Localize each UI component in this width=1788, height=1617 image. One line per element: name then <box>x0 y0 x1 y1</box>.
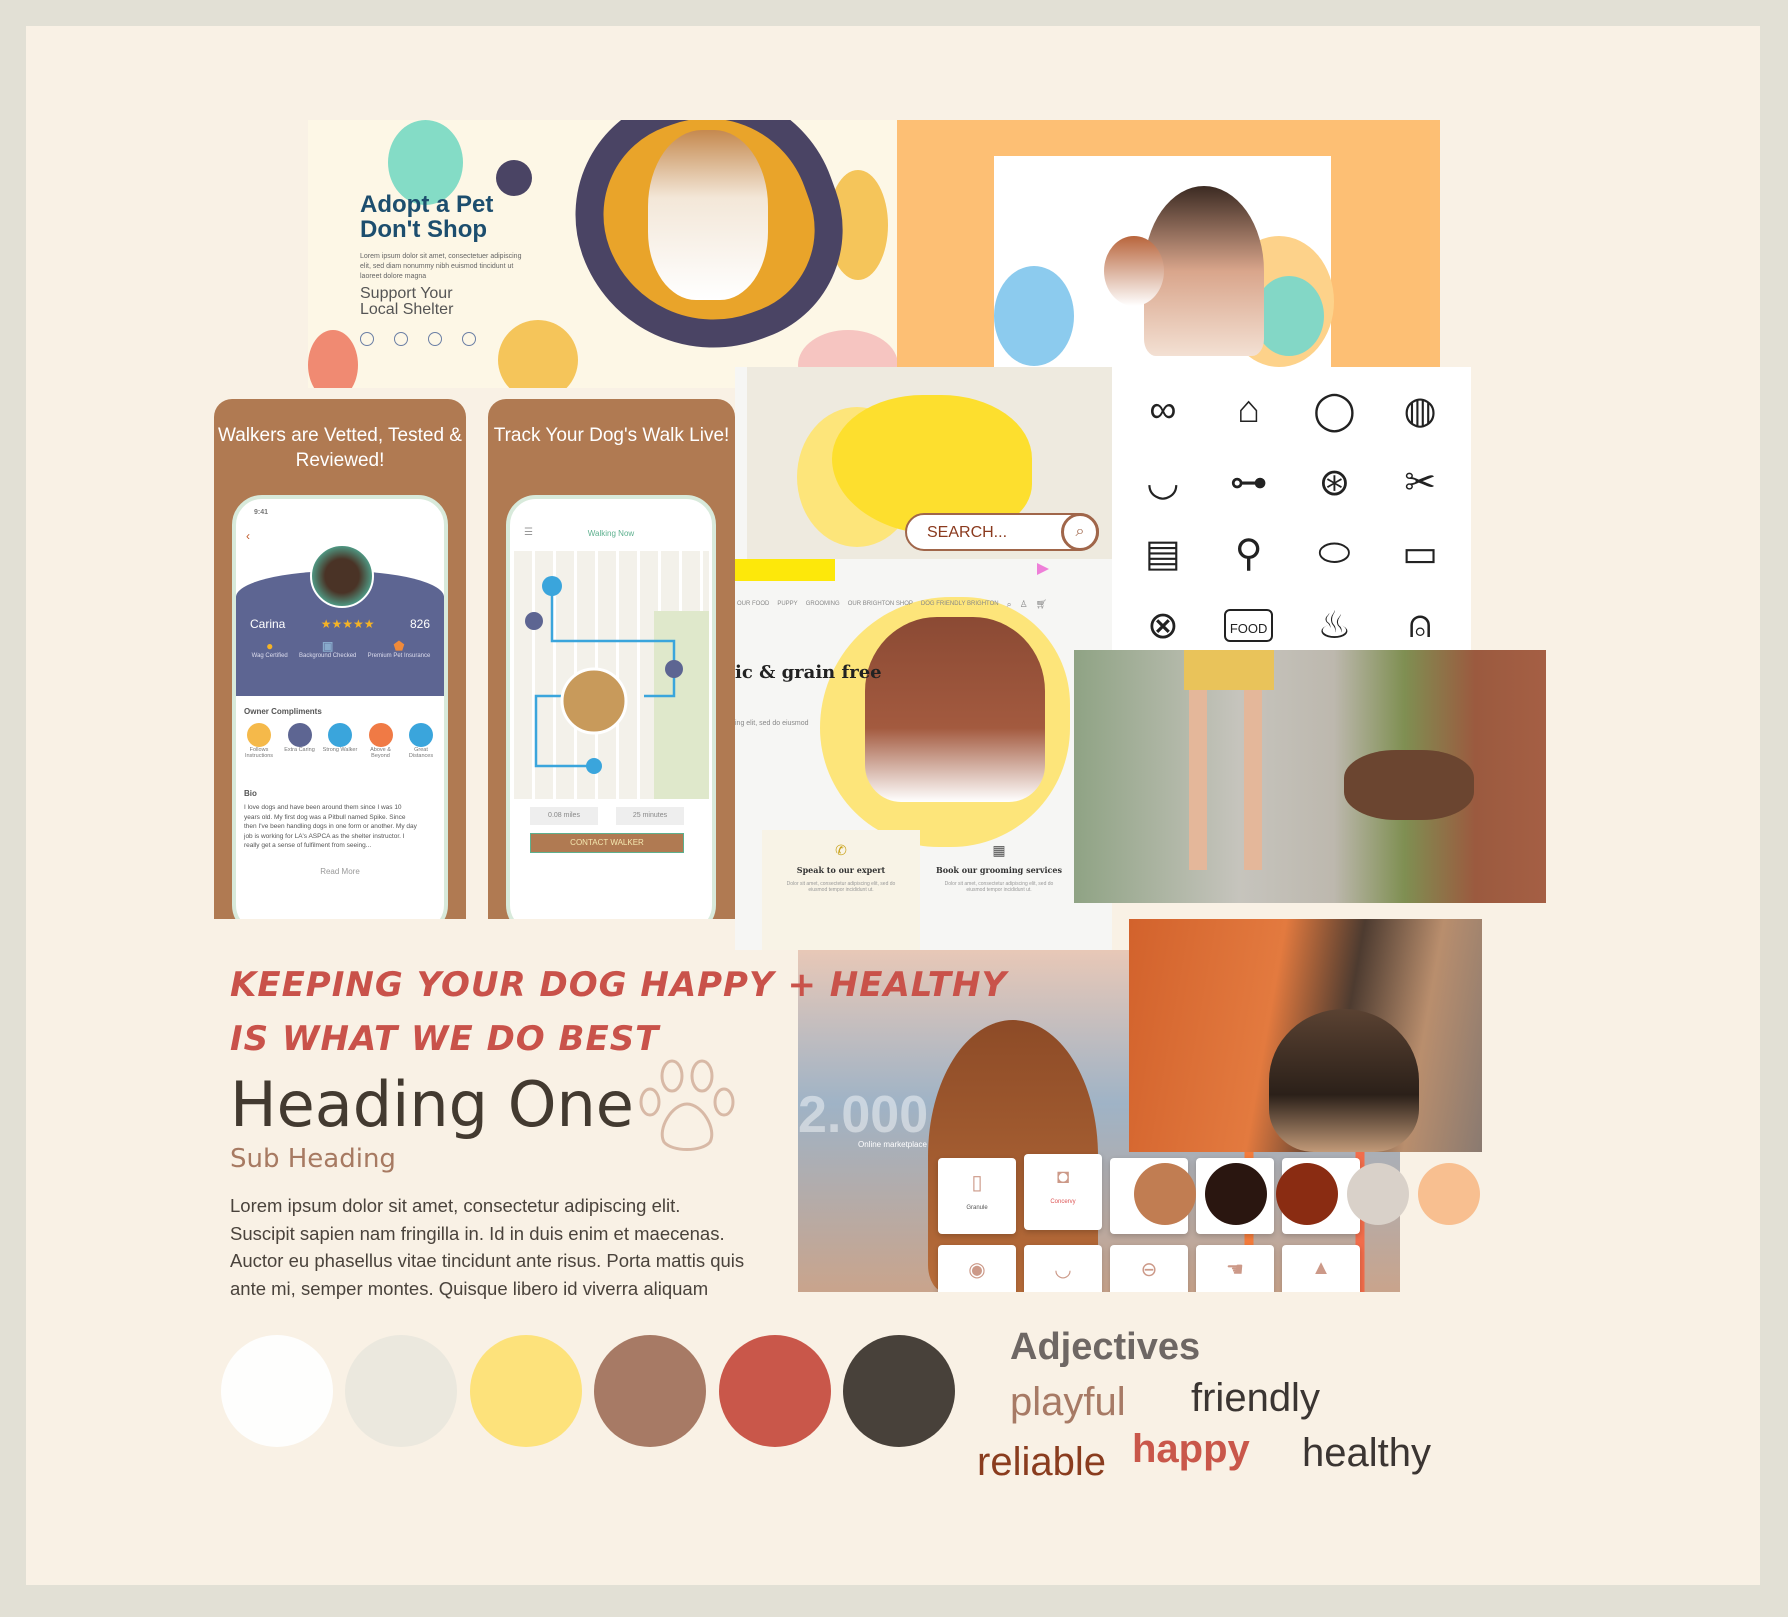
phone-icon: ✆ <box>835 842 847 858</box>
adjective-word: healthy <box>1302 1431 1431 1475</box>
color-swatch <box>345 1335 458 1447</box>
bone-icon: ⊶ <box>1229 461 1268 504</box>
dog-house-icon: ⌂ <box>1237 389 1261 432</box>
product-card[interactable]: ▯ Granule <box>938 1158 1016 1234</box>
color-swatch <box>469 1335 582 1447</box>
pet-carrier-icon: ▤ <box>1144 533 1181 576</box>
adjective-word: reliable <box>977 1440 1106 1484</box>
color-swatch <box>1134 1163 1196 1225</box>
product-card[interactable]: ☚ <box>1196 1245 1274 1292</box>
sub-heading-sample: Sub Heading <box>230 1144 396 1174</box>
rating-stars: ★★★★★ <box>320 617 375 631</box>
color-swatch <box>1347 1163 1409 1225</box>
compliment: Great Distances <box>402 723 440 759</box>
product-card[interactable]: ◉ <box>938 1245 1016 1292</box>
rope-toy-icon: ∞ <box>1149 389 1177 432</box>
product-card[interactable]: ◡ <box>1024 1245 1102 1292</box>
adjective-word: happy <box>1132 1427 1250 1471</box>
product-card[interactable]: ▲ <box>1282 1245 1360 1292</box>
youtube-icon[interactable] <box>394 332 408 346</box>
compliment: Above & Beyond <box>362 723 400 759</box>
dog-walking-photo <box>1074 650 1546 903</box>
map[interactable] <box>514 551 709 799</box>
tagline: KEEPING YOUR DOG HAPPY + HEALTHY IS WHAT … <box>230 965 1008 1059</box>
pitbull-photo <box>865 617 1045 802</box>
feature-card: ✆ Speak to our expert Dolor sit amet, co… <box>762 830 920 950</box>
badge: ⬟ Premium Pet Insurance <box>367 639 431 659</box>
cart-icon[interactable]: 🛒︎ <box>1036 599 1047 610</box>
color-swatch <box>843 1335 955 1447</box>
location-icon <box>586 758 602 774</box>
beagle-photo <box>648 130 768 300</box>
badge: ● Wag Certified <box>251 639 288 659</box>
pet-food-website-mockup: SEARCH... ⌕ OUR FOOD PUPPY GROOMING OUR … <box>735 367 1112 950</box>
product-card[interactable]: ◘ Concervy <box>1024 1154 1102 1230</box>
search-input[interactable]: SEARCH... ⌕ <box>905 513 1099 551</box>
website-nav: OUR FOOD PUPPY GROOMING OUR BRIGHTON SHO… <box>737 598 1048 610</box>
adjectives-title: Adjectives <box>1010 1326 1201 1368</box>
pin-icon <box>525 612 543 630</box>
calendar-icon: ▦ <box>992 842 1006 858</box>
collar-icon: ⬭ <box>1318 532 1351 575</box>
twitter-icon[interactable] <box>428 332 442 346</box>
heading-one-sample: Heading One <box>230 1068 634 1141</box>
walker-profile-card: Walkers are Vetted, Tested & Reviewed! 9… <box>214 399 466 919</box>
support-text: Support Your Local Shelter <box>360 285 454 318</box>
instagram-icon[interactable] <box>360 332 374 346</box>
aquarium-icon: ▭ <box>1402 533 1439 576</box>
compliment: Strong Walker <box>321 723 359 759</box>
ball-toy-icon: ⊛ <box>1318 461 1351 504</box>
back-icon[interactable]: ‹ <box>246 529 250 543</box>
feature-card: ▦ Book our grooming services Dolor sit a… <box>920 830 1078 950</box>
badge: ▣ Background Checked <box>299 639 357 659</box>
home-pin-icon <box>542 576 562 596</box>
adopt-title: Adopt a Pet Don't Shop <box>360 191 494 243</box>
color-swatch <box>718 1335 831 1447</box>
scissors-icon: ✂ <box>1404 461 1437 504</box>
pet-icon-sheet: ∞ ⌂ ◯ ◍ ◡ ⊶ ⊛ ✂ ▤ ⚲ ⬭ ▭ ⊗ FOOD ♨ ⍝ <box>1112 367 1471 669</box>
color-swatch <box>221 1335 333 1447</box>
walk-tracking-card: Track Your Dog's Walk Live! ☰ Walking No… <box>488 399 735 919</box>
facebook-icon[interactable] <box>462 332 476 346</box>
woman-hugging-puppy-photo <box>897 120 1440 367</box>
pet-bowl-icon: ◡ <box>1146 461 1180 504</box>
brush-icon: ⚲ <box>1234 533 1263 576</box>
search-icon[interactable]: ⌕ <box>1061 513 1099 551</box>
contact-walker-button[interactable]: CONTACT WALKER <box>530 833 684 853</box>
cursor-icon <box>1037 563 1049 575</box>
body-text-sample: Lorem ipsum dolor sit amet, consectetur … <box>230 1195 745 1299</box>
search-icon[interactable]: ⌕ <box>1007 599 1012 610</box>
paw-icon <box>639 1059 735 1151</box>
color-swatch <box>1205 1163 1267 1225</box>
color-swatch <box>1276 1163 1338 1225</box>
dog-avatar <box>560 667 628 735</box>
adjective-word: playful <box>1010 1380 1126 1424</box>
product-card[interactable]: ⊖ <box>1110 1245 1188 1292</box>
adopt-banner: Adopt a Pet Don't Shop Lorem ipsum dolor … <box>308 120 897 388</box>
pin-icon <box>665 660 683 678</box>
compliment: Follows Instructions <box>240 723 278 759</box>
user-icon[interactable]: ♙ <box>1020 599 1028 610</box>
color-swatch <box>594 1335 707 1447</box>
read-more-link[interactable]: Read More <box>236 867 444 876</box>
avatar <box>310 544 374 608</box>
adjective-word: friendly <box>1191 1376 1320 1420</box>
fishbowl-icon: ◍ <box>1403 390 1437 433</box>
collar-icon: ◯ <box>1313 390 1356 433</box>
compliment: Extra Caring <box>281 723 319 759</box>
dog-and-owner-photo <box>1129 919 1482 1152</box>
color-swatch <box>1418 1163 1480 1225</box>
